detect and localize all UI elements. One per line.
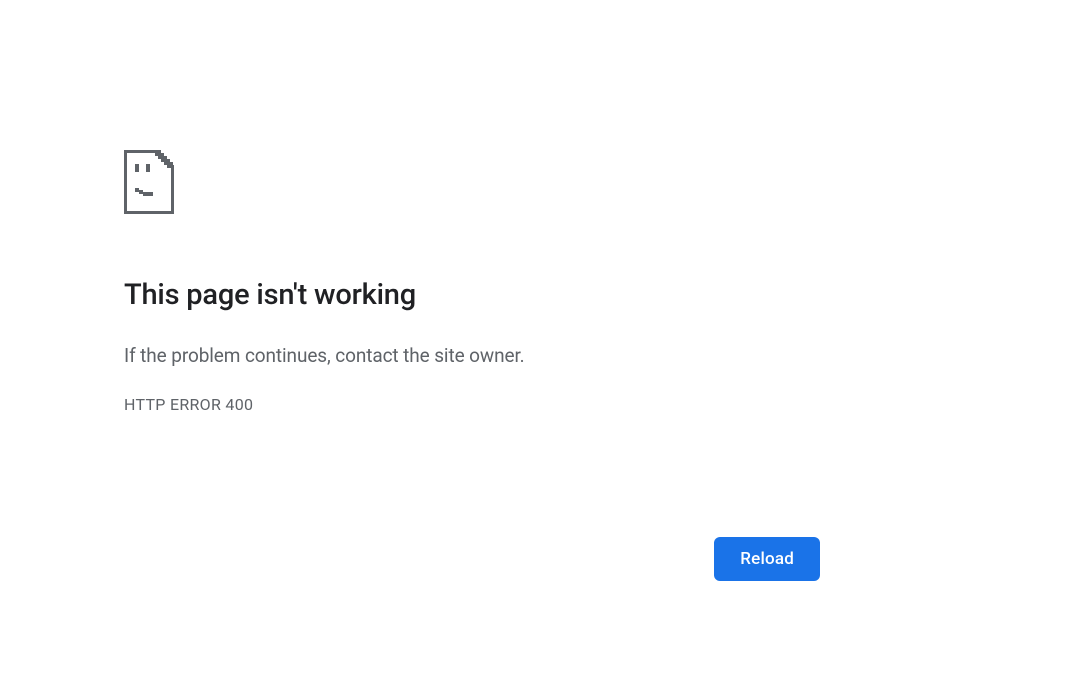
sad-document-icon (124, 150, 820, 218)
error-code: HTTP ERROR 400 (124, 395, 820, 414)
reload-button[interactable]: Reload (714, 537, 820, 581)
button-row: Reload (0, 537, 820, 581)
error-subtext: If the problem continues, contact the si… (124, 344, 820, 367)
error-page: This page isn't working If the problem c… (0, 0, 820, 675)
error-heading: This page isn't working (124, 278, 820, 312)
